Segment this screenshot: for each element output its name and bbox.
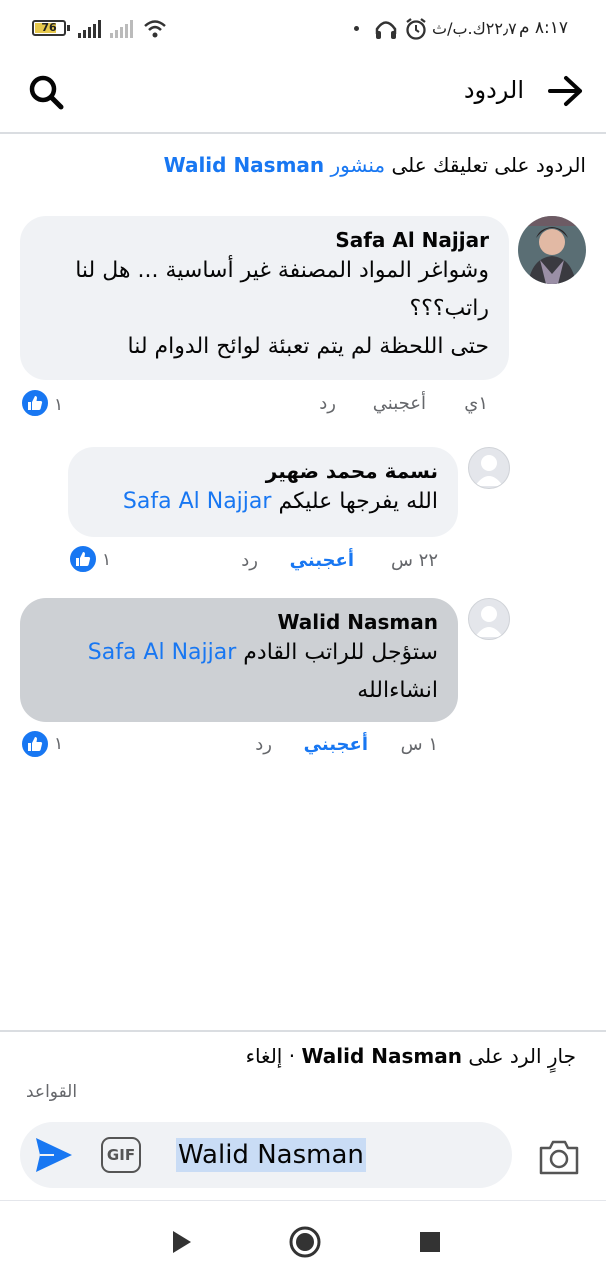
- rules-link[interactable]: القواعد: [26, 1082, 77, 1102]
- recents-nav-icon[interactable]: [418, 1230, 442, 1254]
- wifi-icon: [144, 20, 166, 38]
- reaction-count: ١: [54, 734, 64, 754]
- back-nav-icon[interactable]: [170, 1229, 194, 1255]
- status-bar: 76 ٢٢٫٧ك.ب/ث ٨:١٧ م: [0, 0, 606, 60]
- battery-level-text: 76: [41, 21, 57, 34]
- comment-mention[interactable]: Safa Al Najjar: [88, 640, 237, 665]
- like-button[interactable]: أعجبني: [304, 734, 368, 755]
- page-title: الردود: [463, 76, 524, 104]
- clock: ٨:١٧ م: [518, 18, 568, 38]
- send-icon[interactable]: [34, 1136, 74, 1174]
- gif-button[interactable]: GIF: [101, 1137, 141, 1173]
- like-button[interactable]: أعجبني: [290, 550, 354, 571]
- replying-to-name: Walid Nasman: [301, 1044, 462, 1068]
- replying-prefix: جارٍ الرد على: [468, 1044, 576, 1068]
- home-nav-icon[interactable]: [288, 1225, 322, 1259]
- avatar[interactable]: [468, 598, 510, 640]
- reply-button[interactable]: رد: [255, 734, 272, 755]
- comment-bubble-highlighted: Walid Nasman ستؤجل للراتب القادم Safa Al…: [20, 598, 458, 722]
- like-button[interactable]: أعجبني: [373, 393, 426, 414]
- comment-author[interactable]: Safa Al Najjar: [40, 228, 489, 252]
- profile-photo: [518, 216, 586, 284]
- notification-dot: [354, 26, 359, 31]
- context-post-link[interactable]: منشور: [331, 153, 386, 177]
- reaction-count: ١: [102, 550, 112, 570]
- replying-to-bar: جارٍ الرد على Walid Nasman · إلغاء: [246, 1044, 576, 1068]
- comment-time: ٢٢ س: [390, 550, 438, 571]
- like-reaction-icon[interactable]: [20, 729, 50, 759]
- app-header: الردود: [0, 60, 606, 134]
- comment-text: ستؤجل للراتب القادم: [243, 640, 438, 665]
- comment-bubble: نسمة محمد ضهير الله يفرجها عليكم Safa Al…: [68, 447, 458, 537]
- system-nav-bar: [0, 1200, 606, 1281]
- comment-time: ١ي: [464, 393, 488, 414]
- headphones-icon: [375, 21, 397, 39]
- comment-text: الله يفرجها عليكم: [278, 489, 438, 514]
- alarm-icon: [406, 18, 426, 40]
- signal-icon: [78, 20, 101, 38]
- back-arrow-icon[interactable]: [546, 74, 586, 108]
- comment-author[interactable]: نسمة محمد ضهير: [88, 459, 438, 483]
- search-icon[interactable]: [28, 74, 66, 112]
- avatar[interactable]: [518, 216, 586, 284]
- comment-mention[interactable]: Safa Al Najjar: [123, 489, 272, 514]
- camera-icon[interactable]: [538, 1138, 580, 1176]
- battery-icon: 76: [32, 20, 66, 36]
- battery-tip: [67, 25, 70, 31]
- comment-author[interactable]: Walid Nasman: [40, 610, 438, 634]
- reply-button[interactable]: رد: [241, 550, 258, 571]
- replies-context: الردود على تعليقك على منشور Walid Nasman: [164, 153, 586, 177]
- comment-text: وشواغر المواد المصنفة غير أساسية ... هل …: [75, 258, 489, 321]
- default-avatar-icon: [475, 455, 503, 486]
- composer-divider: [0, 1030, 606, 1032]
- comment-input-text[interactable]: Walid Nasman: [176, 1138, 366, 1172]
- default-avatar-icon: [475, 606, 503, 637]
- cancel-reply-button[interactable]: إلغاء: [246, 1044, 283, 1068]
- signal-off-icon: [110, 20, 133, 38]
- comment-time: ١ س: [400, 734, 438, 755]
- data-speed: ٢٢٫٧ك.ب/ث: [432, 19, 517, 38]
- like-reaction-icon[interactable]: [20, 388, 50, 418]
- context-prefix: الردود على تعليقك على: [385, 153, 586, 177]
- separator: ·: [288, 1044, 296, 1068]
- like-reaction-icon[interactable]: [68, 544, 98, 574]
- comment-bubble: Safa Al Najjar وشواغر المواد المصنفة غير…: [20, 216, 509, 380]
- avatar[interactable]: [468, 447, 510, 489]
- context-author-link[interactable]: Walid Nasman: [164, 153, 325, 177]
- comment-text: حتى اللحظة لم يتم تعبئة لوائح الدوام لنا: [127, 334, 490, 359]
- comment-text: انشاءالله: [357, 678, 438, 703]
- reply-button[interactable]: رد: [319, 393, 336, 414]
- reaction-count: ١: [54, 395, 64, 415]
